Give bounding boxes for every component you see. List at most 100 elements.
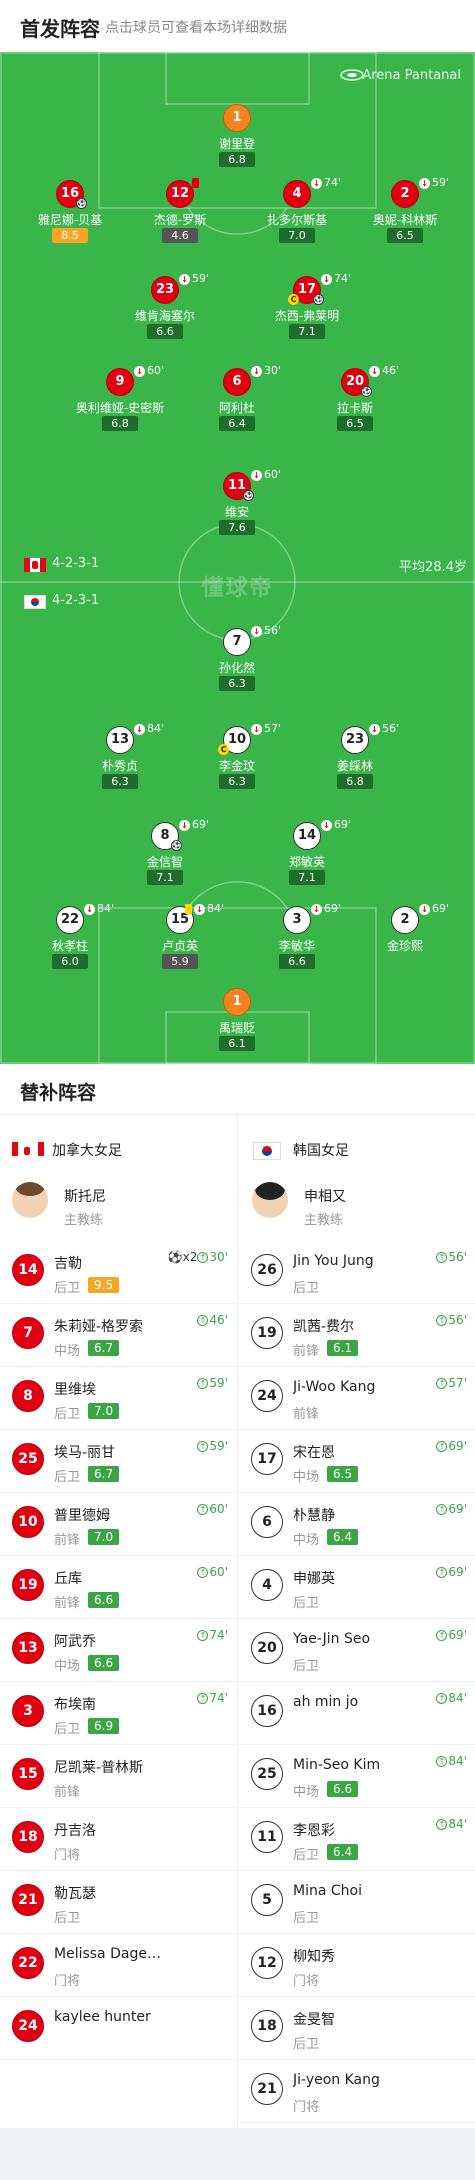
substitute-row[interactable]: 14 吉勒 后卫 9.5 ⚽x2 ↑ 30' [0, 1244, 236, 1304]
substitute-row[interactable]: 24 kaylee hunter [0, 2000, 236, 2060]
substitute-row[interactable]: 26 Jin You Jung 后卫 ↑ 56' [239, 1244, 475, 1304]
shirt-number: 22 [56, 906, 84, 934]
shirt-number: 3 [283, 906, 311, 934]
substitute-row[interactable]: 6 朴慧静 中场 6.4 ↑ 69' [239, 1496, 475, 1556]
player-rating: 6.4 [327, 1529, 359, 1545]
player-marker[interactable]: 3 李敏华 6.6 ↓ 69' [242, 902, 352, 976]
player-rating: 6.9 [88, 1718, 120, 1734]
player-rating: 6.6 [88, 1655, 120, 1671]
lineup-subtitle: 点击球员可查看本场详细数据 [105, 20, 287, 36]
substitute-row[interactable]: 17 宋在恩 中场 6.5 ↑ 69' [239, 1433, 475, 1493]
player-rating: 6.4 [219, 416, 255, 431]
substitution-on: ↑ 60' [197, 1502, 228, 1516]
substitute-row[interactable]: 22 Melissa Dage… 门将 [0, 1937, 236, 1997]
player-marker[interactable]: 22 秋孝柱 6.0 ↓ 84' [15, 902, 125, 976]
substitute-row[interactable]: 15 尼凯莱-普林斯 前锋 [0, 1748, 236, 1808]
player-name: 申娜英 [293, 1571, 335, 1587]
player-marker[interactable]: 10 李金玟 6.3 ↓ 57' C [182, 722, 292, 796]
sub-minute: 74' [209, 1628, 228, 1642]
player-rating: 7.6 [219, 520, 255, 535]
player-position: 中场 [54, 1659, 81, 1674]
sub-minute: 46' [209, 1313, 228, 1327]
sub-minute: 59' [209, 1439, 228, 1453]
substitution-off: ↓ 59' [419, 176, 449, 189]
shirt-number: 13 [106, 726, 134, 754]
substitute-row[interactable]: 21 Ji-yeon Kang 门将 [239, 2063, 475, 2123]
substitution-off: ↓ 84' [134, 722, 164, 735]
substitute-row[interactable]: 8 里维埃 后卫 7.0 ↑ 59' [0, 1370, 236, 1430]
substitution-off: ↓ 57' [251, 722, 281, 735]
player-marker[interactable]: 15 卢贞英 5.9 ↓ 84' [125, 902, 235, 976]
substitution-off: ↓ 60' [251, 468, 281, 481]
substitute-row[interactable]: 5 Mina Choi 后卫 [239, 1874, 475, 1934]
substitute-row[interactable]: 4 申娜英 后卫 ↑ 69' [239, 1559, 475, 1619]
shirt-number: 18 [251, 2010, 283, 2042]
player-marker[interactable]: 14 郑敏英 7.1 ↓ 69' [252, 818, 362, 892]
substitute-row[interactable]: 21 勒瓦瑟 后卫 [0, 1874, 236, 1934]
player-position: 门将 [293, 2100, 320, 2115]
player-position: 门将 [293, 1974, 320, 1989]
shirt-number: 1 [223, 988, 251, 1016]
player-marker[interactable]: 2 金珍熙 ↓ 69' [350, 902, 460, 976]
substitute-row[interactable]: 19 丘库 前锋 6.6 ↑ 60' [0, 1559, 236, 1619]
shirt-number: 12 [251, 1947, 283, 1979]
sub-off-icon: ↓ [179, 819, 190, 831]
player-rating: 6.8 [337, 774, 373, 789]
substitute-row[interactable]: 20 Yae-Jin Seo 后卫 ↑ 69' [239, 1622, 475, 1682]
player-marker[interactable]: 9 奥利维娅-史密斯 6.8 ↓ 60' [65, 364, 175, 438]
player-name: 郑敏英 [288, 855, 325, 869]
player-marker[interactable]: 8 金信智 7.1 ↓ 69' ⚽ [110, 818, 220, 892]
substitute-row[interactable]: 19 凯茜-费尔 前锋 6.1 ↑ 56' [239, 1307, 475, 1367]
player-name: 杰西-弗莱明 [274, 309, 340, 323]
substitute-row[interactable]: 10 普里德姆 前锋 7.0 ↑ 60' [0, 1496, 236, 1556]
away-team-name: 韩国女足 [293, 1143, 349, 1159]
substitute-row[interactable]: 12 柳知秀 门将 [239, 1937, 475, 1997]
substitute-row[interactable]: 11 李恩彩 后卫 6.4 ↑ 84' [239, 1811, 475, 1871]
sub-off-icon: ↓ [419, 177, 430, 189]
player-marker[interactable]: 2 奥妮-科林斯 6.5 ↓ 59' [350, 176, 460, 250]
football-icon: ⚽ [361, 386, 372, 397]
captain-badge: C [218, 744, 229, 755]
player-marker[interactable]: 4 扎多尔斯基 7.0 ↓ 74' [242, 176, 352, 250]
substitute-row[interactable]: 3 布埃南 后卫 6.9 ↑ 74' [0, 1685, 236, 1745]
substitute-row[interactable]: 18 丹吉洛 门将 [0, 1811, 236, 1871]
player-name: 姜綵林 [336, 759, 373, 773]
substitute-row[interactable]: 24 Ji-Woo Kang 前锋 ↑ 57' [239, 1370, 475, 1430]
sub-minute: 60' [264, 468, 282, 481]
substitution-off: ↓ 30' [251, 364, 281, 377]
player-marker[interactable]: 20 拉卡斯 6.5 ↓ 46' ⚽ [300, 364, 410, 438]
player-marker[interactable]: 11 维安 7.6 ↓ 60' ⚽ [182, 468, 292, 542]
player-marker[interactable]: 23 姜綵林 6.8 ↓ 56' [300, 722, 410, 796]
player-marker[interactable]: 6 阿利杜 6.4 ↓ 30' [182, 364, 292, 438]
player-name: 杰德-罗斯 [153, 213, 207, 227]
player-name: 奥利维娅-史密斯 [75, 401, 165, 415]
player-marker[interactable]: 23 维肯海塞尔 6.6 ↓ 59' [110, 272, 220, 346]
shirt-number: 7 [12, 1317, 44, 1349]
substitution-on: ↑ 74' [197, 1628, 228, 1642]
player-rating: 6.5 [387, 228, 423, 243]
player-marker[interactable]: 7 孙化然 6.3 ↓ 56' [182, 624, 292, 698]
player-rating: 6.3 [102, 774, 138, 789]
substitute-row[interactable]: 18 金旻智 后卫 [239, 2000, 475, 2060]
player-marker[interactable]: 12 杰德-罗斯 4.6 [125, 178, 235, 250]
substitute-row[interactable]: 7 朱莉娅-格罗索 中场 6.7 ↑ 46' [0, 1307, 236, 1367]
substitution-on: ↑ 84' [436, 1817, 467, 1831]
substitute-row[interactable]: 16 ah min jo ↑ 84' [239, 1685, 475, 1745]
player-position: 前锋 [293, 1407, 320, 1422]
player-marker[interactable]: 17 杰西-弗莱明 7.1 ↓ 74' ⚽ C [252, 272, 362, 346]
substitute-row[interactable]: 25 埃马-丽甘 后卫 6.7 ↑ 59' [0, 1433, 236, 1493]
substitute-row[interactable]: 13 阿武乔 中场 6.6 ↑ 74' [0, 1622, 236, 1682]
player-name: 丘库 [54, 1571, 82, 1587]
shirt-number: 23 [341, 726, 369, 754]
substitute-row[interactable]: 25 Min-Seo Kim 中场 6.6 ↑ 84' [239, 1748, 475, 1808]
player-name: 秋孝柱 [51, 939, 88, 953]
player-marker[interactable]: 16 雅尼娜-贝基 8.5 ⚽ [15, 180, 125, 250]
player-position: 后卫 [54, 1281, 81, 1296]
player-marker[interactable]: 1 禹瑞贬 6.1 [182, 988, 292, 1058]
player-name: 埃马-丽甘 [54, 1445, 116, 1461]
player-marker[interactable]: 13 朴秀贞 6.3 ↓ 84' [65, 722, 175, 796]
player-name: 金信智 [146, 855, 183, 869]
player-marker[interactable]: 1 谢里登 6.8 [182, 104, 292, 174]
canada-flag-icon [12, 1142, 44, 1160]
shirt-number: 22 [12, 1947, 44, 1979]
